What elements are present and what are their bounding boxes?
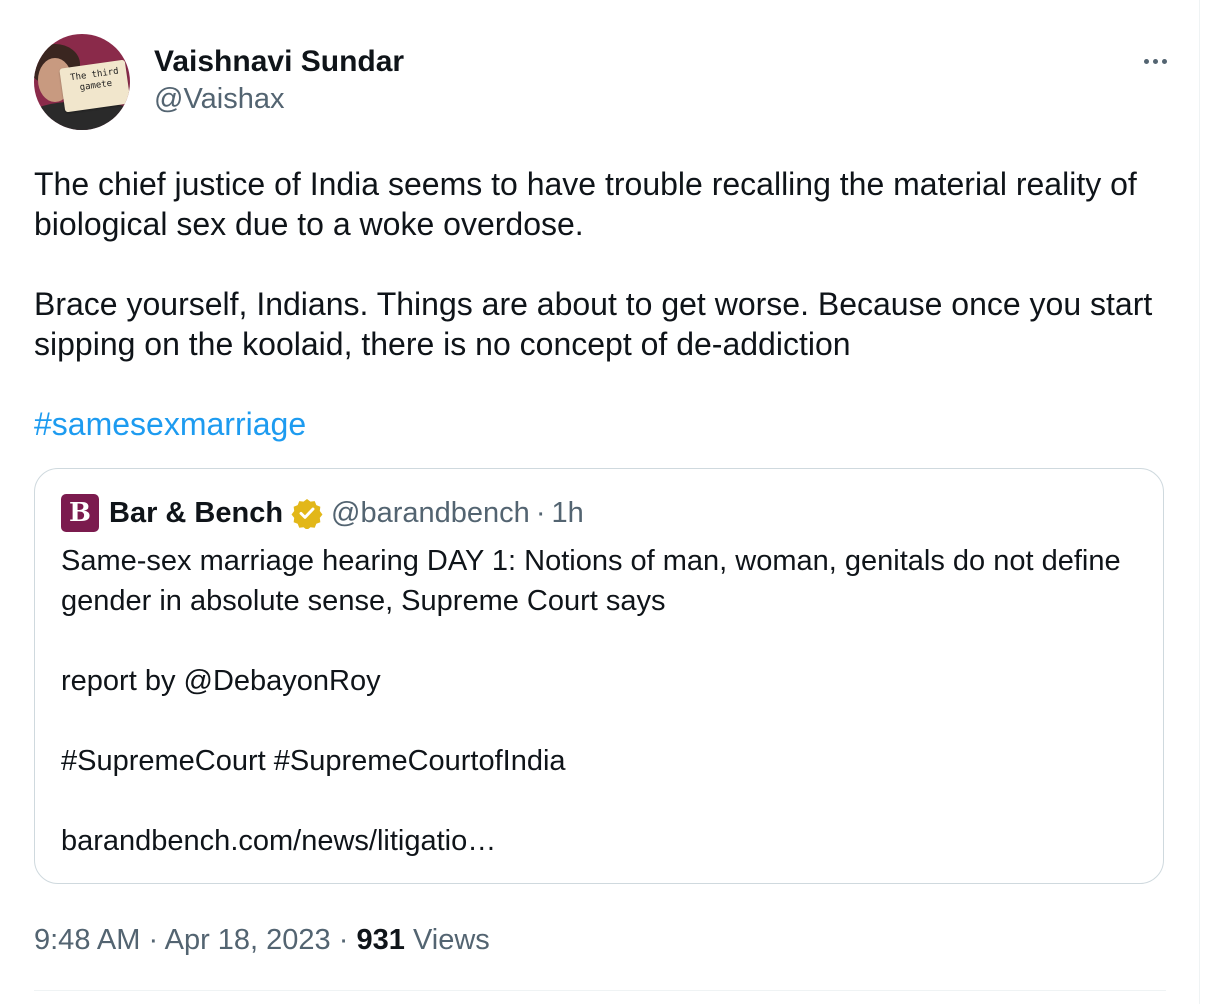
author-display-name[interactable]: Vaishnavi Sundar (154, 44, 404, 80)
quoted-author-name[interactable]: Bar & Bench (109, 497, 283, 530)
bottom-divider (34, 990, 1166, 991)
author-handle[interactable]: @Vaishax (154, 80, 404, 118)
quoted-tweet-text: Same-sex marriage hearing DAY 1: Notions… (61, 541, 1137, 861)
tweet-header: The third gamete Vaishnavi Sundar @Vaish… (34, 34, 1167, 130)
quoted-author-handle[interactable]: @barandbench (331, 497, 530, 530)
hashtag-link[interactable]: #samesexmarriage (34, 406, 306, 442)
separator-dot: · (535, 496, 546, 529)
meta-separator-2: · (338, 924, 349, 956)
quoted-link[interactable]: barandbench.com/news/litigatio… (61, 821, 1137, 861)
tweet-text: The chief justice of India seems to have… (34, 164, 1174, 444)
tweet-paragraph-1: The chief justice of India seems to have… (34, 166, 1137, 242)
quoted-text-line-3: #SupremeCourt #SupremeCourtofIndia (61, 745, 566, 777)
meta-separator-1: · (148, 924, 159, 956)
verified-badge-icon (291, 499, 323, 529)
quoted-text-line-2: report by @DebayonRoy (61, 665, 381, 697)
tweet-meta: 9:48 AM · Apr 18, 2023 · 931 Views (34, 920, 1166, 960)
quoted-tweet[interactable]: B Bar & Bench @barandbench · 1h Same-sex… (34, 468, 1164, 884)
more-horizontal-icon (1143, 58, 1167, 64)
more-options-button[interactable] (1132, 42, 1178, 80)
author-names: Vaishnavi Sundar @Vaishax (154, 44, 404, 118)
tweet: The third gamete Vaishnavi Sundar @Vaish… (34, 34, 1167, 960)
page-border (1199, 0, 1200, 1004)
quoted-text-line-1: Same-sex marriage hearing DAY 1: Notions… (61, 545, 1121, 617)
avatar[interactable]: The third gamete (34, 34, 130, 130)
avatar-sign: The third gamete (59, 59, 130, 113)
views-label: Views (412, 924, 490, 956)
views-count: 931 (356, 924, 405, 956)
quoted-timestamp[interactable]: 1h (551, 497, 583, 530)
tweet-date-link[interactable]: Apr 18, 2023 (165, 924, 331, 956)
tweet-paragraph-2: Brace yourself, Indians. Things are abou… (34, 286, 1153, 362)
quoted-avatar[interactable]: B (61, 494, 99, 532)
quoted-avatar-letter: B (69, 498, 91, 528)
avatar-sign-text: The third gamete (69, 66, 120, 94)
quoted-tweet-header: B Bar & Bench @barandbench · 1h (61, 493, 1137, 533)
tweet-time-link[interactable]: 9:48 AM (34, 924, 140, 956)
